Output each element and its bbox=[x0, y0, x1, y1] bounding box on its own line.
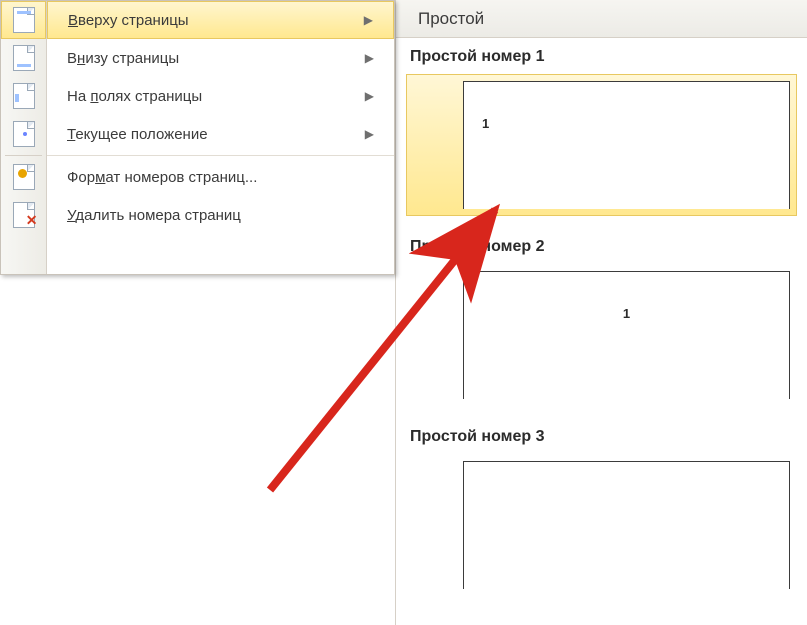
gallery-header: Простой bbox=[396, 0, 807, 38]
chevron-right-icon: ▶ bbox=[365, 127, 374, 141]
page-bottom-icon bbox=[1, 39, 46, 77]
page-margin-icon bbox=[1, 77, 46, 115]
menu-icon-strip: ✕ bbox=[1, 1, 47, 274]
menu-items: Вверху страницы ▶ Внизу страницы ▶ На по… bbox=[47, 1, 394, 274]
page-top-icon bbox=[1, 1, 46, 39]
menu-format-page-numbers[interactable]: Формат номеров страниц... bbox=[47, 158, 394, 196]
page-delete-icon: ✕ bbox=[1, 196, 46, 234]
menu-remove-page-numbers[interactable]: Удалить номера страниц bbox=[47, 196, 394, 234]
page-number-gallery: Простой Простой номер 1 1 Простой номер … bbox=[395, 0, 807, 625]
page-number-preview: 1 bbox=[482, 116, 489, 131]
page-number-preview: 1 bbox=[623, 306, 630, 321]
page-number-menu: ✕ Вверху страницы ▶ Внизу страницы ▶ На … bbox=[0, 0, 395, 275]
menu-top-of-page[interactable]: Вверху страницы ▶ bbox=[47, 1, 394, 39]
page-current-icon bbox=[1, 115, 46, 153]
menu-current-position[interactable]: Текущее положение ▶ bbox=[47, 115, 394, 153]
gallery-item-3-label: Простой номер 3 bbox=[396, 418, 807, 454]
page-format-icon bbox=[1, 158, 46, 196]
menu-bottom-of-page[interactable]: Внизу страницы ▶ bbox=[47, 39, 394, 77]
chevron-right-icon: ▶ bbox=[365, 51, 374, 65]
gallery-item-1-label: Простой номер 1 bbox=[396, 38, 807, 74]
gallery-item-simple-3[interactable] bbox=[396, 454, 807, 608]
chevron-right-icon: ▶ bbox=[365, 89, 374, 103]
gallery-item-simple-1[interactable]: 1 bbox=[396, 74, 807, 228]
menu-page-margins[interactable]: На полях страницы ▶ bbox=[47, 77, 394, 115]
chevron-right-icon: ▶ bbox=[364, 13, 373, 27]
gallery-item-2-label: Простой номер 2 bbox=[396, 228, 807, 264]
menu-separator bbox=[47, 155, 394, 156]
gallery-item-simple-2[interactable]: 1 bbox=[396, 264, 807, 418]
